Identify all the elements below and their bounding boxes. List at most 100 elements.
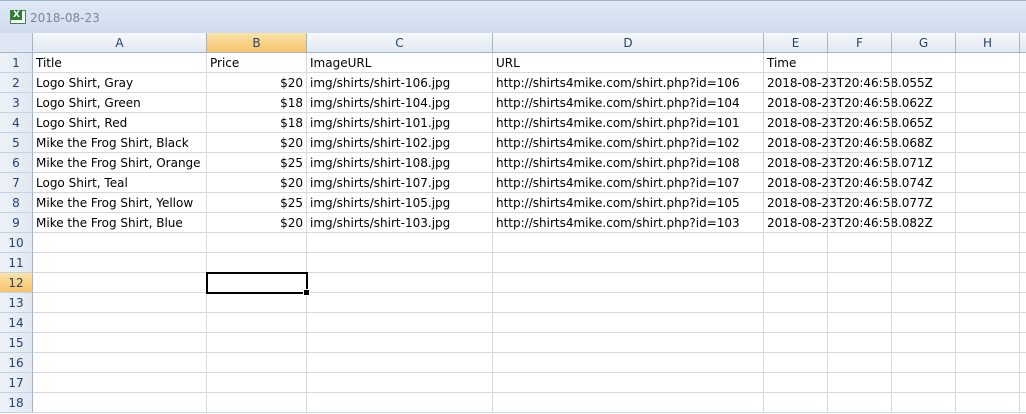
cell[interactable]	[1020, 293, 1026, 313]
row-header[interactable]: 7	[0, 173, 33, 193]
cell[interactable]: 2018-08-23T20:46:58.074Z	[764, 173, 933, 193]
cell[interactable]: Title	[33, 53, 207, 73]
cell[interactable]	[764, 273, 828, 293]
cell[interactable]	[828, 153, 892, 173]
cell[interactable]	[764, 253, 828, 273]
column-header-b[interactable]: B	[207, 33, 307, 53]
cell[interactable]: img/shirts/shirt-102.jpg	[307, 133, 493, 153]
cell[interactable]	[493, 353, 764, 373]
cell[interactable]	[1020, 53, 1026, 73]
cell[interactable]	[307, 293, 493, 313]
cell[interactable]	[33, 393, 207, 413]
cell[interactable]: img/shirts/shirt-101.jpg	[307, 113, 493, 133]
cell[interactable]	[828, 253, 892, 273]
cell[interactable]	[828, 353, 892, 373]
cell[interactable]	[493, 233, 764, 253]
cell[interactable]	[207, 313, 307, 333]
cell[interactable]	[892, 193, 956, 213]
cell[interactable]	[956, 133, 1020, 153]
cell[interactable]	[956, 333, 1020, 353]
cell[interactable]	[828, 73, 892, 93]
cell[interactable]: img/shirts/shirt-105.jpg	[307, 193, 493, 213]
cell[interactable]	[764, 353, 828, 373]
row-header[interactable]: 1	[0, 53, 33, 73]
column-header-d[interactable]: D	[493, 33, 764, 53]
row-header[interactable]: 11	[0, 253, 33, 273]
cell[interactable]	[493, 373, 764, 393]
column-header-a[interactable]: A	[33, 33, 207, 53]
cell[interactable]	[956, 213, 1020, 233]
row-header[interactable]: 15	[0, 333, 33, 353]
cell[interactable]	[892, 293, 956, 313]
cell[interactable]: img/shirts/shirt-106.jpg	[307, 73, 493, 93]
row-header[interactable]: 16	[0, 353, 33, 373]
cell[interactable]	[33, 273, 207, 293]
cell[interactable]: $25	[207, 153, 307, 173]
cell[interactable]	[828, 173, 892, 193]
cell[interactable]	[828, 213, 892, 233]
cell[interactable]	[307, 233, 493, 253]
cell[interactable]	[493, 293, 764, 313]
cell[interactable]: ImageURL	[307, 53, 493, 73]
cell[interactable]: img/shirts/shirt-108.jpg	[307, 153, 493, 173]
cell[interactable]	[1020, 333, 1026, 353]
cell[interactable]: http://shirts4mike.com/shirt.php?id=102	[493, 133, 764, 153]
cell[interactable]: $25	[207, 193, 307, 213]
cell[interactable]	[1020, 153, 1026, 173]
cell[interactable]	[828, 273, 892, 293]
cell[interactable]	[307, 253, 493, 273]
row-header[interactable]: 10	[0, 233, 33, 253]
cell[interactable]	[892, 133, 956, 153]
cell[interactable]	[956, 293, 1020, 313]
column-header-f[interactable]: F	[828, 33, 892, 53]
cell[interactable]	[892, 233, 956, 253]
cell[interactable]: 2018-08-23T20:46:58.077Z	[764, 193, 933, 213]
cell[interactable]	[828, 93, 892, 113]
cell[interactable]	[892, 53, 956, 73]
cell[interactable]	[307, 393, 493, 413]
cell[interactable]	[493, 253, 764, 273]
row-header[interactable]: 2	[0, 73, 33, 93]
row-header[interactable]: 3	[0, 93, 33, 113]
cell[interactable]	[828, 393, 892, 413]
cell[interactable]	[956, 113, 1020, 133]
cell[interactable]	[207, 333, 307, 353]
cell[interactable]: 2018-08-23T20:46:58.068Z	[764, 133, 933, 153]
cell[interactable]: Logo Shirt, Gray	[33, 73, 207, 93]
cell[interactable]	[892, 253, 956, 273]
cell[interactable]	[956, 253, 1020, 273]
row-header[interactable]: 13	[0, 293, 33, 313]
cell[interactable]	[892, 73, 956, 93]
cell[interactable]	[307, 313, 493, 333]
cell[interactable]	[956, 153, 1020, 173]
cell[interactable]	[764, 373, 828, 393]
cell[interactable]	[1020, 113, 1026, 133]
cell[interactable]: 2018-08-23T20:46:58.062Z	[764, 93, 933, 113]
row-header[interactable]: 4	[0, 113, 33, 133]
cell[interactable]	[493, 393, 764, 413]
cell[interactable]: $18	[207, 93, 307, 113]
cell[interactable]	[307, 273, 493, 293]
cell[interactable]	[828, 233, 892, 253]
select-all-corner[interactable]	[0, 33, 33, 53]
cell[interactable]	[207, 233, 307, 253]
cell[interactable]: $20	[207, 73, 307, 93]
cell[interactable]	[892, 153, 956, 173]
cell[interactable]	[1020, 373, 1026, 393]
cell[interactable]	[33, 333, 207, 353]
cell[interactable]	[33, 373, 207, 393]
cell[interactable]	[956, 193, 1020, 213]
cell[interactable]	[828, 333, 892, 353]
cell[interactable]: Mike the Frog Shirt, Black	[33, 133, 207, 153]
cell[interactable]	[956, 233, 1020, 253]
cell[interactable]: img/shirts/shirt-107.jpg	[307, 173, 493, 193]
cell[interactable]	[1020, 213, 1026, 233]
cell[interactable]	[956, 173, 1020, 193]
cell[interactable]: Logo Shirt, Red	[33, 113, 207, 133]
cell[interactable]	[956, 373, 1020, 393]
cell[interactable]	[956, 353, 1020, 373]
row-header[interactable]: 6	[0, 153, 33, 173]
cell[interactable]	[956, 313, 1020, 333]
cell[interactable]	[33, 353, 207, 373]
cell[interactable]	[33, 233, 207, 253]
